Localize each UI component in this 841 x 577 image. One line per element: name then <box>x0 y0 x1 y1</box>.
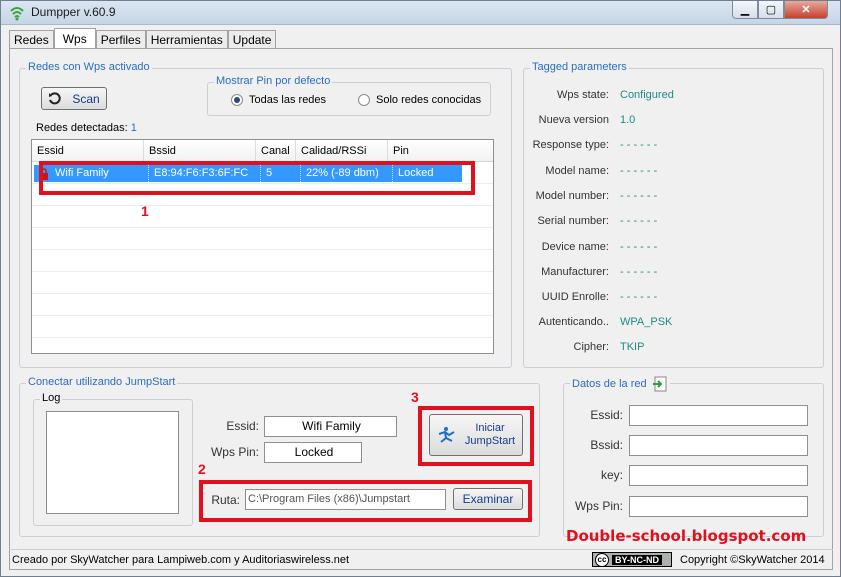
app-window: Dumpper v.60.9 ▁ ▢ ✕ Redes Wps Perfiles … <box>0 0 841 577</box>
minimize-button[interactable]: ▁ <box>732 1 758 19</box>
param-row: Model number: - - - - - - <box>535 190 658 202</box>
log-label: Log <box>40 392 63 404</box>
column-essid[interactable]: Essid <box>32 140 144 162</box>
param-row: UUID Enrolle: - - - - - - <box>541 291 658 303</box>
tab-update[interactable]: Update <box>227 30 277 49</box>
export-icon[interactable] <box>652 376 668 392</box>
maximize-button[interactable]: ▢ <box>758 1 784 19</box>
window-title: Dumpper v.60.9 <box>31 5 116 19</box>
title-bar: Dumpper v.60.9 ▁ ▢ ✕ <box>1 1 840 25</box>
annotation-number-1: 1 <box>141 203 149 219</box>
network-data-label: Datos de la red <box>570 376 670 392</box>
detected-count: 1 <box>130 122 137 134</box>
radio-selected-indicator <box>231 94 243 106</box>
datos-essid-label: Essid: <box>590 408 623 422</box>
status-bar: Creado por SkyWatcher para Lampiweb.com … <box>9 549 833 570</box>
param-row: Device name: - - - - - - <box>541 241 658 253</box>
annotation-box-1 <box>39 161 475 195</box>
cc-icon: cc <box>595 552 609 567</box>
status-credits: Creado por SkyWatcher para Lampiweb.com … <box>12 554 350 566</box>
param-row: Serial number: - - - - - - <box>537 215 658 227</box>
radio-solo-conocidas-label: Solo redes conocidas <box>376 94 482 106</box>
column-canal[interactable]: Canal <box>256 140 296 162</box>
datos-bssid-label: Bssid: <box>590 438 623 452</box>
essid-field[interactable]: Wifi Family <box>264 416 397 437</box>
datos-key-label: key: <box>600 468 623 482</box>
wps-networks-group-label: Redes con Wps activado <box>26 61 152 73</box>
close-button[interactable]: ✕ <box>784 1 828 19</box>
datos-wps-pin-field[interactable] <box>629 496 808 517</box>
watermark-text: Double-school.blogspot.com <box>566 527 807 545</box>
scan-button-label: Scan <box>72 91 100 106</box>
datos-wps-pin-label: Wps Pin: <box>574 499 623 513</box>
tab-redes[interactable]: Redes <box>9 30 54 49</box>
column-bssid[interactable]: Bssid <box>144 140 256 162</box>
wps-pin-label: Wps Pin: <box>210 445 259 459</box>
log-area[interactable] <box>46 411 179 514</box>
param-row: Autenticando.. WPA_PSK <box>538 316 673 328</box>
datos-bssid-field[interactable] <box>629 435 808 456</box>
networks-list-header: Essid Bssid Canal Calidad/RSSi Pin <box>32 140 493 162</box>
param-row: Model name: - - - - - - <box>545 165 658 177</box>
tab-wps[interactable]: Wps <box>53 28 96 49</box>
column-calidad[interactable]: Calidad/RSSi <box>296 140 388 162</box>
annotation-number-3: 3 <box>411 389 419 405</box>
jumpstart-group-label: Conectar utilizando JumpStart <box>26 376 178 388</box>
tab-herramientas[interactable]: Herramientas <box>145 30 228 49</box>
column-pin[interactable]: Pin <box>388 140 493 162</box>
param-row: Nueva version 1.0 <box>538 114 636 126</box>
tagged-parameters-label: Tagged parameters <box>530 61 629 73</box>
wps-pin-field[interactable]: Locked <box>264 442 362 463</box>
status-copyright: Copyright ©SkyWatcher 2014 <box>680 554 825 566</box>
essid-label: Essid: <box>226 419 259 433</box>
annotation-number-2: 2 <box>198 461 206 477</box>
tab-bar: Redes Wps Perfiles Herramientas Update <box>9 28 277 49</box>
annotation-box-3 <box>418 406 534 466</box>
radio-unselected-indicator <box>358 94 370 106</box>
scan-icon <box>49 91 61 104</box>
tab-perfiles[interactable]: Perfiles <box>95 30 146 49</box>
radio-solo-conocidas[interactable]: Solo redes conocidas <box>358 94 481 106</box>
param-row: Cipher: TKIP <box>573 341 645 353</box>
annotation-box-2 <box>199 480 532 522</box>
radio-todas-redes-label: Todas las redes <box>249 94 327 106</box>
datos-essid-field[interactable] <box>629 405 808 426</box>
wifi-icon <box>10 7 24 21</box>
detected-networks-label: Redes detectadas: 1 <box>36 122 137 134</box>
param-row: Wps state: Configured <box>557 89 674 101</box>
cc-license-badge: cc BY-NC-ND <box>592 552 672 567</box>
radio-todas-redes[interactable]: Todas las redes <box>231 94 326 106</box>
datos-key-field[interactable] <box>629 465 808 486</box>
param-row: Response type: - - - - - - <box>532 139 658 151</box>
param-row: Manufacturer: - - - - - - <box>541 266 658 278</box>
scan-button[interactable]: Scan <box>41 87 107 110</box>
pin-display-group-label: Mostrar Pin por defecto <box>214 75 333 87</box>
